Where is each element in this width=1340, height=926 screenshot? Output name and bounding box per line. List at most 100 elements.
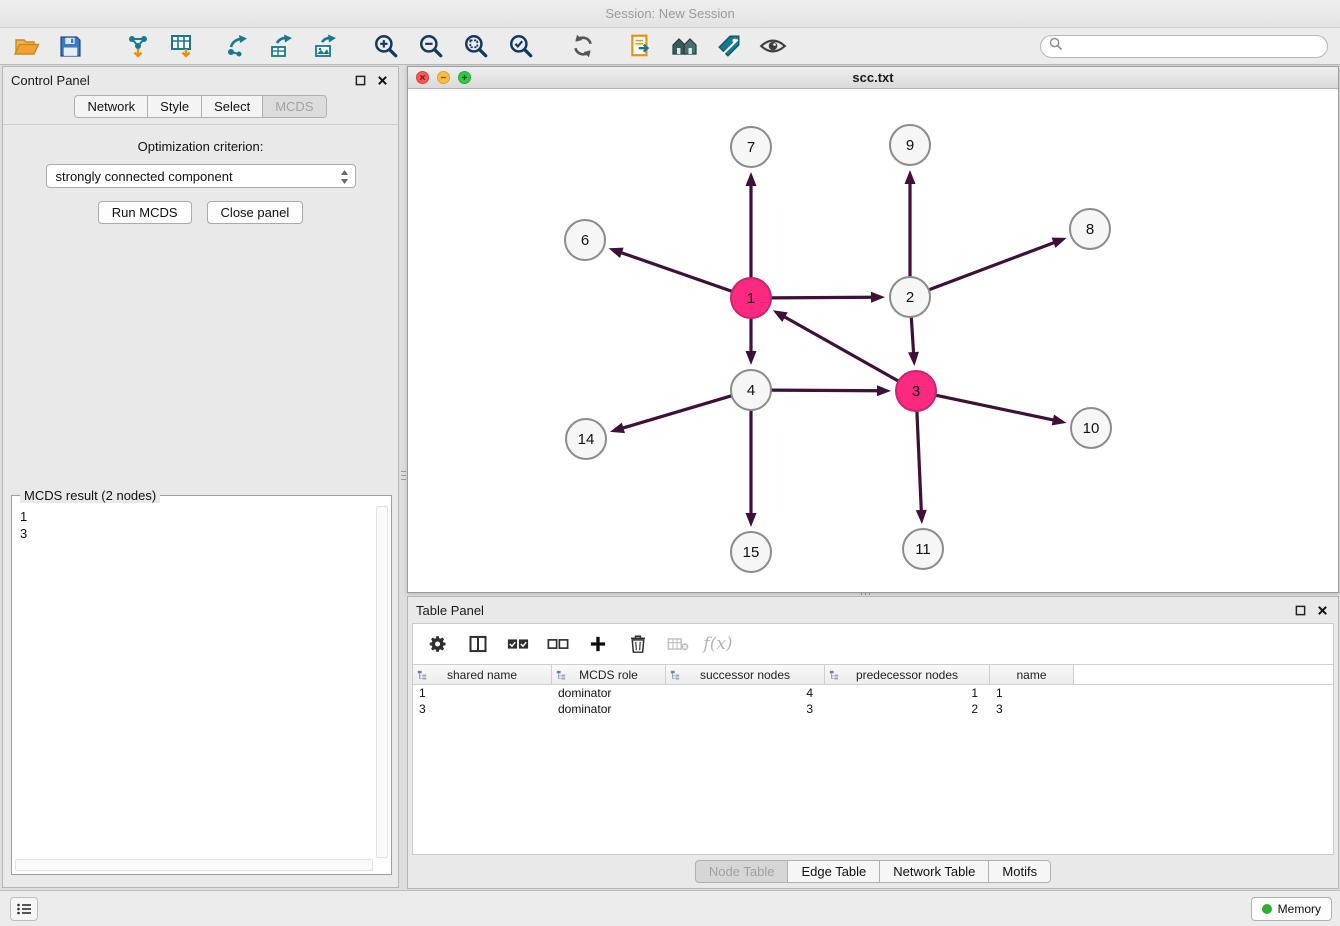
show-columns-icon[interactable] [465,631,491,657]
graph-edge-arrowhead [871,292,885,303]
window-title: Session: New Session [605,6,734,21]
graph-edge-2-8[interactable] [929,242,1056,290]
open-file-icon[interactable] [13,32,41,60]
graph-edge-arrowhead [1052,238,1067,248]
run-mcds-button[interactable]: Run MCDS [98,201,192,224]
tab-network[interactable]: Network [74,95,147,118]
zoom-selected-icon[interactable] [507,32,535,60]
table-row[interactable]: 1 dominator 4 1 1 [413,685,1333,701]
home-icon[interactable] [671,32,699,60]
cell-shared-name[interactable]: 1 [413,685,552,701]
show-hide-panel-icon[interactable] [627,32,655,60]
function-builder-icon: f(x) [705,631,731,657]
optimization-criterion-label: Optimization criterion: [3,139,398,154]
table-row[interactable]: 3 dominator 3 2 3 [413,701,1333,717]
close-panel-button[interactable]: Close panel [207,201,304,224]
tab-edge-table[interactable]: Edge Table [787,860,879,883]
graph-node-label: 1 [747,290,755,307]
cell-shared-name[interactable]: 3 [413,701,552,717]
vertical-splitter-handle[interactable] [400,462,406,488]
graph-edge-4-3[interactable] [771,390,879,391]
import-network-icon[interactable] [124,32,152,60]
result-horizontal-scrollbar[interactable] [15,859,373,871]
sort-icon[interactable] [829,669,839,683]
tab-select[interactable]: Select [201,95,262,118]
create-column-plus-icon[interactable] [585,631,611,657]
maximize-window-icon[interactable] [458,71,471,84]
save-session-icon[interactable] [56,32,84,60]
table-settings-gear-icon[interactable] [425,631,451,657]
cell-predecessor-nodes[interactable]: 2 [825,701,990,717]
column-header-predecessor-nodes[interactable]: predecessor nodes [825,665,990,684]
tab-motifs[interactable]: Motifs [988,860,1051,883]
close-window-icon[interactable] [416,71,429,84]
float-panel-icon[interactable] [352,72,368,88]
mcds-result-title: MCDS result (2 nodes) [20,488,160,503]
graph-edge-arrowhead [746,172,757,186]
network-canvas[interactable]: 7968124314101511 [408,89,1338,592]
function-builder-label: f(x) [703,634,732,654]
minimize-window-icon[interactable] [437,71,450,84]
tab-style[interactable]: Style [147,95,201,118]
column-header-mcds-role[interactable]: MCDS role [552,665,666,684]
delete-column-trash-icon[interactable] [625,631,651,657]
zoom-out-icon[interactable] [417,32,445,60]
graph-edge-3-10[interactable] [936,395,1055,420]
cell-mcds-role[interactable]: dominator [552,701,666,717]
search-field[interactable] [1040,35,1328,58]
close-table-panel-icon[interactable] [1314,602,1330,618]
graph-node-label: 2 [906,289,914,306]
close-panel-icon[interactable] [374,72,390,88]
import-table-icon[interactable] [168,32,196,60]
cell-successor-nodes[interactable]: 4 [666,685,825,701]
column-header-shared-name[interactable]: shared name [413,665,552,684]
select-all-columns-icon[interactable] [505,631,531,657]
export-table-icon[interactable] [268,32,296,60]
table-panel-header: Table Panel [408,597,1338,623]
graph-edge-3-1[interactable] [783,316,898,381]
table-panel: Table Panel [407,596,1339,889]
network-window-titlebar[interactable]: scc.txt [408,67,1338,89]
cell-successor-nodes[interactable]: 3 [666,701,825,717]
graph-edge-arrowhead [877,385,891,396]
search-input[interactable] [1067,38,1319,55]
graph-edge-4-14[interactable] [621,396,731,429]
unselect-all-columns-icon[interactable] [545,631,571,657]
zoom-fit-icon[interactable] [462,32,490,60]
cell-mcds-role[interactable]: dominator [552,685,666,701]
tab-node-table[interactable]: Node Table [695,860,788,883]
graph-edge-3-11[interactable] [917,411,921,512]
sort-icon[interactable] [670,669,680,683]
memory-button[interactable]: Memory [1251,897,1332,921]
show-graphics-details-icon[interactable] [759,32,787,60]
window-titlebar: Session: New Session [0,0,1340,28]
table-panel-content: f(x) shared name MCDS role successor nod… [412,623,1334,855]
tab-mcds[interactable]: MCDS [262,95,326,118]
zoom-in-icon[interactable] [372,32,400,60]
mcds-result-box: MCDS result (2 nodes) 1 3 [11,495,392,875]
sort-icon[interactable] [417,669,427,683]
apply-layout-icon[interactable] [569,32,597,60]
graph-edge-arrowhead [1052,415,1067,426]
export-network-icon[interactable] [224,32,252,60]
column-label: name [1016,668,1046,682]
graph-edge-2-3[interactable] [911,317,913,354]
graph-node-label: 14 [578,431,595,448]
show-panels-menu-button[interactable] [10,897,38,921]
column-header-successor-nodes[interactable]: successor nodes [666,665,825,684]
annotations-icon[interactable] [715,32,743,60]
graph-edge-arrowhead [610,423,625,434]
graph-node-label: 10 [1083,420,1100,437]
cell-name[interactable]: 3 [990,701,1074,717]
sort-icon[interactable] [556,669,566,683]
graph-edge-1-2[interactable] [771,297,873,298]
result-vertical-scrollbar[interactable] [376,506,388,858]
cell-name[interactable]: 1 [990,685,1074,701]
column-header-name[interactable]: name [990,665,1074,684]
optimization-criterion-select[interactable]: strongly connected component [46,164,356,188]
float-table-panel-icon[interactable] [1292,602,1308,618]
cell-predecessor-nodes[interactable]: 1 [825,685,990,701]
tab-network-table[interactable]: Network Table [879,860,988,883]
export-image-icon[interactable] [312,32,340,60]
graph-edge-1-6[interactable] [620,252,732,291]
